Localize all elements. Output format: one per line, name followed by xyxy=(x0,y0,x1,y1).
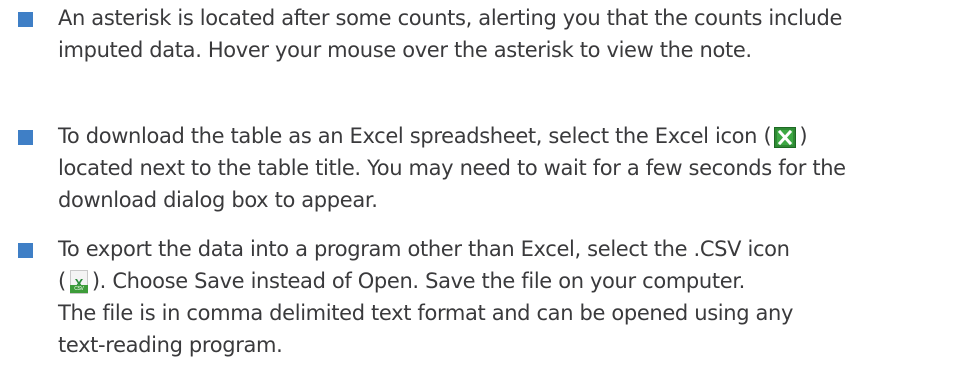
text-line: An asterisk is located after some counts… xyxy=(58,6,843,30)
text-segment: ) xyxy=(799,124,808,148)
text-line: ( X CSV ). Choose Save instead of Open. … xyxy=(58,265,958,297)
text-line: download dialog box to appear. xyxy=(58,188,378,212)
text-segment: To download the table as an Excel spread… xyxy=(58,124,772,148)
text-line: To export the data into a program other … xyxy=(58,237,790,261)
text-line: located next to the table title. You may… xyxy=(58,156,846,180)
text-line: The file is in comma delimited text form… xyxy=(58,301,794,325)
list-item-text: An asterisk is located after some counts… xyxy=(58,2,958,66)
text-line: text-reading program. xyxy=(58,333,283,357)
square-bullet-icon xyxy=(18,12,33,27)
text-line: To download the table as an Excel spread… xyxy=(58,120,958,152)
square-bullet-icon xyxy=(18,243,33,258)
text-segment: ). Choose Save instead of Open. Save the… xyxy=(91,269,746,293)
list-item-text: To download the table as an Excel spread… xyxy=(58,120,958,216)
list-item-text: To export the data into a program other … xyxy=(58,233,958,361)
square-bullet-icon xyxy=(18,130,33,145)
text-line: imputed data. Hover your mouse over the … xyxy=(58,38,752,62)
csv-file-icon: X CSV xyxy=(69,270,89,294)
excel-icon xyxy=(774,127,797,148)
text-segment: ( xyxy=(58,269,66,293)
